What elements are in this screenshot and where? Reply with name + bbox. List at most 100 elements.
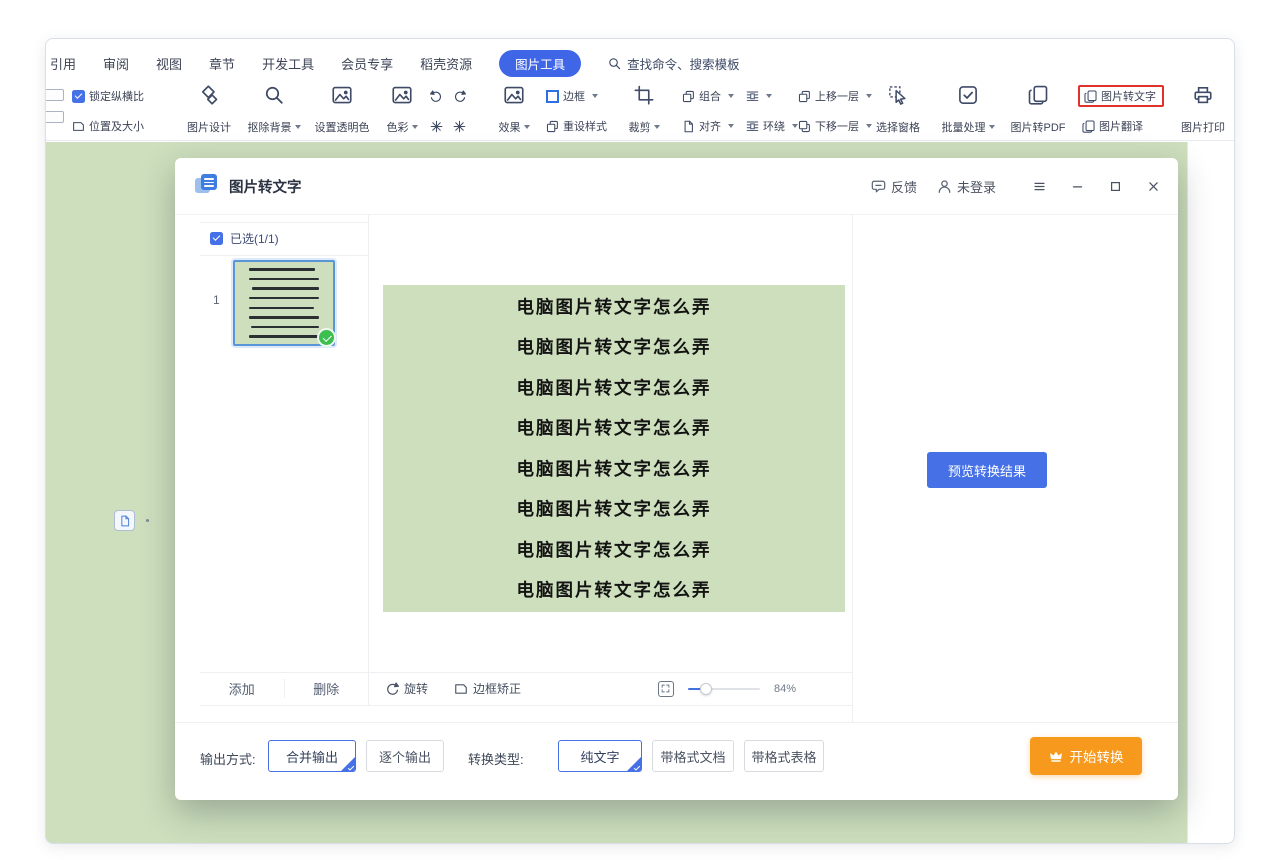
fit-to-window-button[interactable] bbox=[658, 681, 674, 697]
selection-pane-button[interactable]: 选择窗格 bbox=[866, 83, 930, 139]
screen: 引用 审阅 视图 章节 开发工具 会员专享 稻壳资源 图片工具 查找命令、搜索模… bbox=[0, 0, 1280, 860]
size-position-button[interactable]: 位置及大小 bbox=[72, 115, 144, 137]
chevron-down-icon bbox=[766, 94, 772, 98]
thumbnail-index: 1 bbox=[213, 293, 220, 307]
height-field[interactable] bbox=[45, 111, 64, 123]
chevron-down-icon bbox=[592, 94, 598, 98]
pure-text-option-selected[interactable]: 纯文字 bbox=[558, 740, 642, 772]
start-convert-button[interactable]: 开始转换 bbox=[1030, 737, 1142, 775]
selected-all-checkbox[interactable]: 已选(1/1) bbox=[200, 222, 368, 255]
wrap-style-icon bbox=[746, 90, 759, 103]
send-backward-button[interactable]: 下移一层 bbox=[798, 115, 872, 137]
flip-horizontal-icon[interactable] bbox=[430, 120, 443, 133]
user-icon bbox=[937, 179, 952, 194]
effect-icon bbox=[504, 85, 524, 105]
picture-print-button[interactable]: 图片打印 bbox=[1174, 83, 1232, 139]
preview-text-line: 电脑图片转文字怎么弄 bbox=[383, 408, 845, 449]
output-mode-label: 输出方式: bbox=[200, 749, 256, 768]
formatted-table-option[interactable]: 带格式表格 bbox=[744, 740, 824, 772]
group-button[interactable]: 组合 bbox=[682, 85, 734, 107]
merge-output-option-selected[interactable]: 合并输出 bbox=[268, 740, 356, 772]
tab-templates[interactable]: 稻壳资源 bbox=[420, 54, 472, 73]
size-position-icon bbox=[72, 120, 85, 133]
page-icon bbox=[119, 515, 131, 527]
tab-picture-tools-active[interactable]: 图片工具 bbox=[499, 50, 581, 77]
transparent-color-icon bbox=[332, 85, 352, 105]
rotate-button[interactable]: 旋转 bbox=[385, 680, 428, 697]
reset-style-button[interactable]: 重设样式 bbox=[546, 115, 607, 137]
tab-references[interactable]: 引用 bbox=[50, 54, 76, 73]
zoom-slider-knob[interactable] bbox=[700, 683, 713, 696]
thumbnail-list-footer: 添加 删除 bbox=[200, 672, 368, 705]
preview-text-line: 电脑图片转文字怎么弄 bbox=[383, 368, 845, 409]
rotate-left-icon[interactable] bbox=[430, 90, 443, 103]
effect-button[interactable]: 效果 bbox=[488, 83, 540, 139]
wrap-style-button[interactable] bbox=[746, 85, 798, 107]
chevron-down-icon bbox=[728, 94, 734, 98]
picture-to-pdf-icon bbox=[1028, 85, 1048, 105]
chevron-down-icon bbox=[524, 125, 530, 129]
tab-view[interactable]: 视图 bbox=[156, 54, 182, 73]
preview-text-line: 电脑图片转文字怎么弄 bbox=[383, 287, 845, 328]
preview-text-line: 电脑图片转文字怎么弄 bbox=[383, 449, 845, 490]
frame-correction-button[interactable]: 边框矫正 bbox=[454, 680, 521, 697]
formatted-doc-option[interactable]: 带格式文档 bbox=[652, 740, 734, 772]
color-icon bbox=[392, 85, 412, 105]
picture-to-pdf-button[interactable]: 图片转PDF bbox=[1004, 83, 1072, 139]
batch-process-button[interactable]: 批量处理 bbox=[936, 83, 1000, 139]
close-button[interactable] bbox=[1144, 177, 1162, 195]
divider bbox=[368, 215, 369, 705]
thumbnail-text-preview bbox=[245, 268, 323, 338]
crop-button[interactable]: 裁剪 bbox=[618, 83, 670, 139]
convert-type-label: 转换类型: bbox=[468, 749, 524, 768]
separate-output-option[interactable]: 逐个输出 bbox=[366, 740, 444, 772]
remove-background-button[interactable]: 抠除背景 bbox=[242, 83, 306, 139]
checkbox-checked-icon bbox=[72, 90, 85, 103]
tab-section[interactable]: 章节 bbox=[209, 54, 235, 73]
width-field[interactable] bbox=[45, 89, 64, 101]
picture-to-text-button-highlighted[interactable]: 图片转文字 bbox=[1078, 85, 1164, 107]
tab-developer[interactable]: 开发工具 bbox=[262, 54, 314, 73]
preview-text-line: 电脑图片转文字怎么弄 bbox=[383, 530, 845, 571]
maximize-button[interactable] bbox=[1106, 177, 1124, 195]
preview-toolbar: 旋转 边框矫正 84% bbox=[368, 672, 852, 705]
tab-review[interactable]: 审阅 bbox=[103, 54, 129, 73]
set-transparent-color-button[interactable]: 设置透明色 bbox=[308, 83, 376, 139]
flip-vertical-icon[interactable] bbox=[453, 120, 466, 133]
lock-aspect-checkbox[interactable]: 锁定纵横比 bbox=[72, 85, 144, 107]
add-button[interactable]: 添加 bbox=[200, 672, 284, 705]
ribbon-tab-bar: 引用 审阅 视图 章节 开发工具 会员专享 稻壳资源 图片工具 查找命令、搜索模… bbox=[50, 48, 1226, 78]
login-button[interactable]: 未登录 bbox=[937, 177, 996, 196]
zoom-slider[interactable] bbox=[688, 682, 760, 696]
inline-image-placeholder[interactable] bbox=[114, 510, 135, 531]
picture-translate-button[interactable]: 图片翻译 bbox=[1078, 115, 1164, 137]
border-button[interactable]: 边框 bbox=[546, 85, 607, 107]
align-button[interactable]: 对齐 bbox=[682, 115, 734, 137]
chevron-down-icon bbox=[989, 125, 995, 129]
ribbon-search-hint: 查找命令、搜索模板 bbox=[627, 54, 740, 73]
picture-design-button[interactable]: 图片设计 bbox=[179, 83, 239, 139]
menu-button[interactable] bbox=[1030, 177, 1048, 195]
tab-member[interactable]: 会员专享 bbox=[341, 54, 393, 73]
vertical-scrollbar[interactable] bbox=[1187, 142, 1234, 843]
preview-result-button[interactable]: 预览转换结果 bbox=[927, 452, 1047, 488]
divider bbox=[200, 705, 852, 706]
picture-to-text-icon bbox=[1084, 90, 1097, 103]
feedback-button[interactable]: 反馈 bbox=[871, 177, 917, 196]
ribbon-search[interactable]: 查找命令、搜索模板 bbox=[608, 54, 740, 73]
thumbnail-selected[interactable] bbox=[233, 260, 335, 346]
preview-text-line: 电脑图片转文字怎么弄 bbox=[383, 327, 845, 368]
bring-forward-button[interactable]: 上移一层 bbox=[798, 85, 872, 107]
dialog-titlebar[interactable]: 图片转文字 反馈 未登录 bbox=[175, 158, 1178, 215]
color-button[interactable]: 色彩 bbox=[378, 83, 426, 139]
delete-button[interactable]: 删除 bbox=[285, 672, 369, 705]
minimize-icon bbox=[1071, 180, 1084, 193]
image-preview[interactable]: 电脑图片转文字怎么弄 电脑图片转文字怎么弄 电脑图片转文字怎么弄 电脑图片转文字… bbox=[383, 285, 845, 612]
text-wrap-button[interactable]: 环绕 bbox=[746, 115, 798, 137]
reset-style-icon bbox=[546, 120, 559, 133]
minimize-button[interactable] bbox=[1068, 177, 1086, 195]
fit-icon bbox=[661, 684, 670, 693]
rotate-right-icon[interactable] bbox=[453, 90, 466, 103]
divider bbox=[200, 255, 368, 256]
selection-pane-icon bbox=[888, 85, 908, 105]
